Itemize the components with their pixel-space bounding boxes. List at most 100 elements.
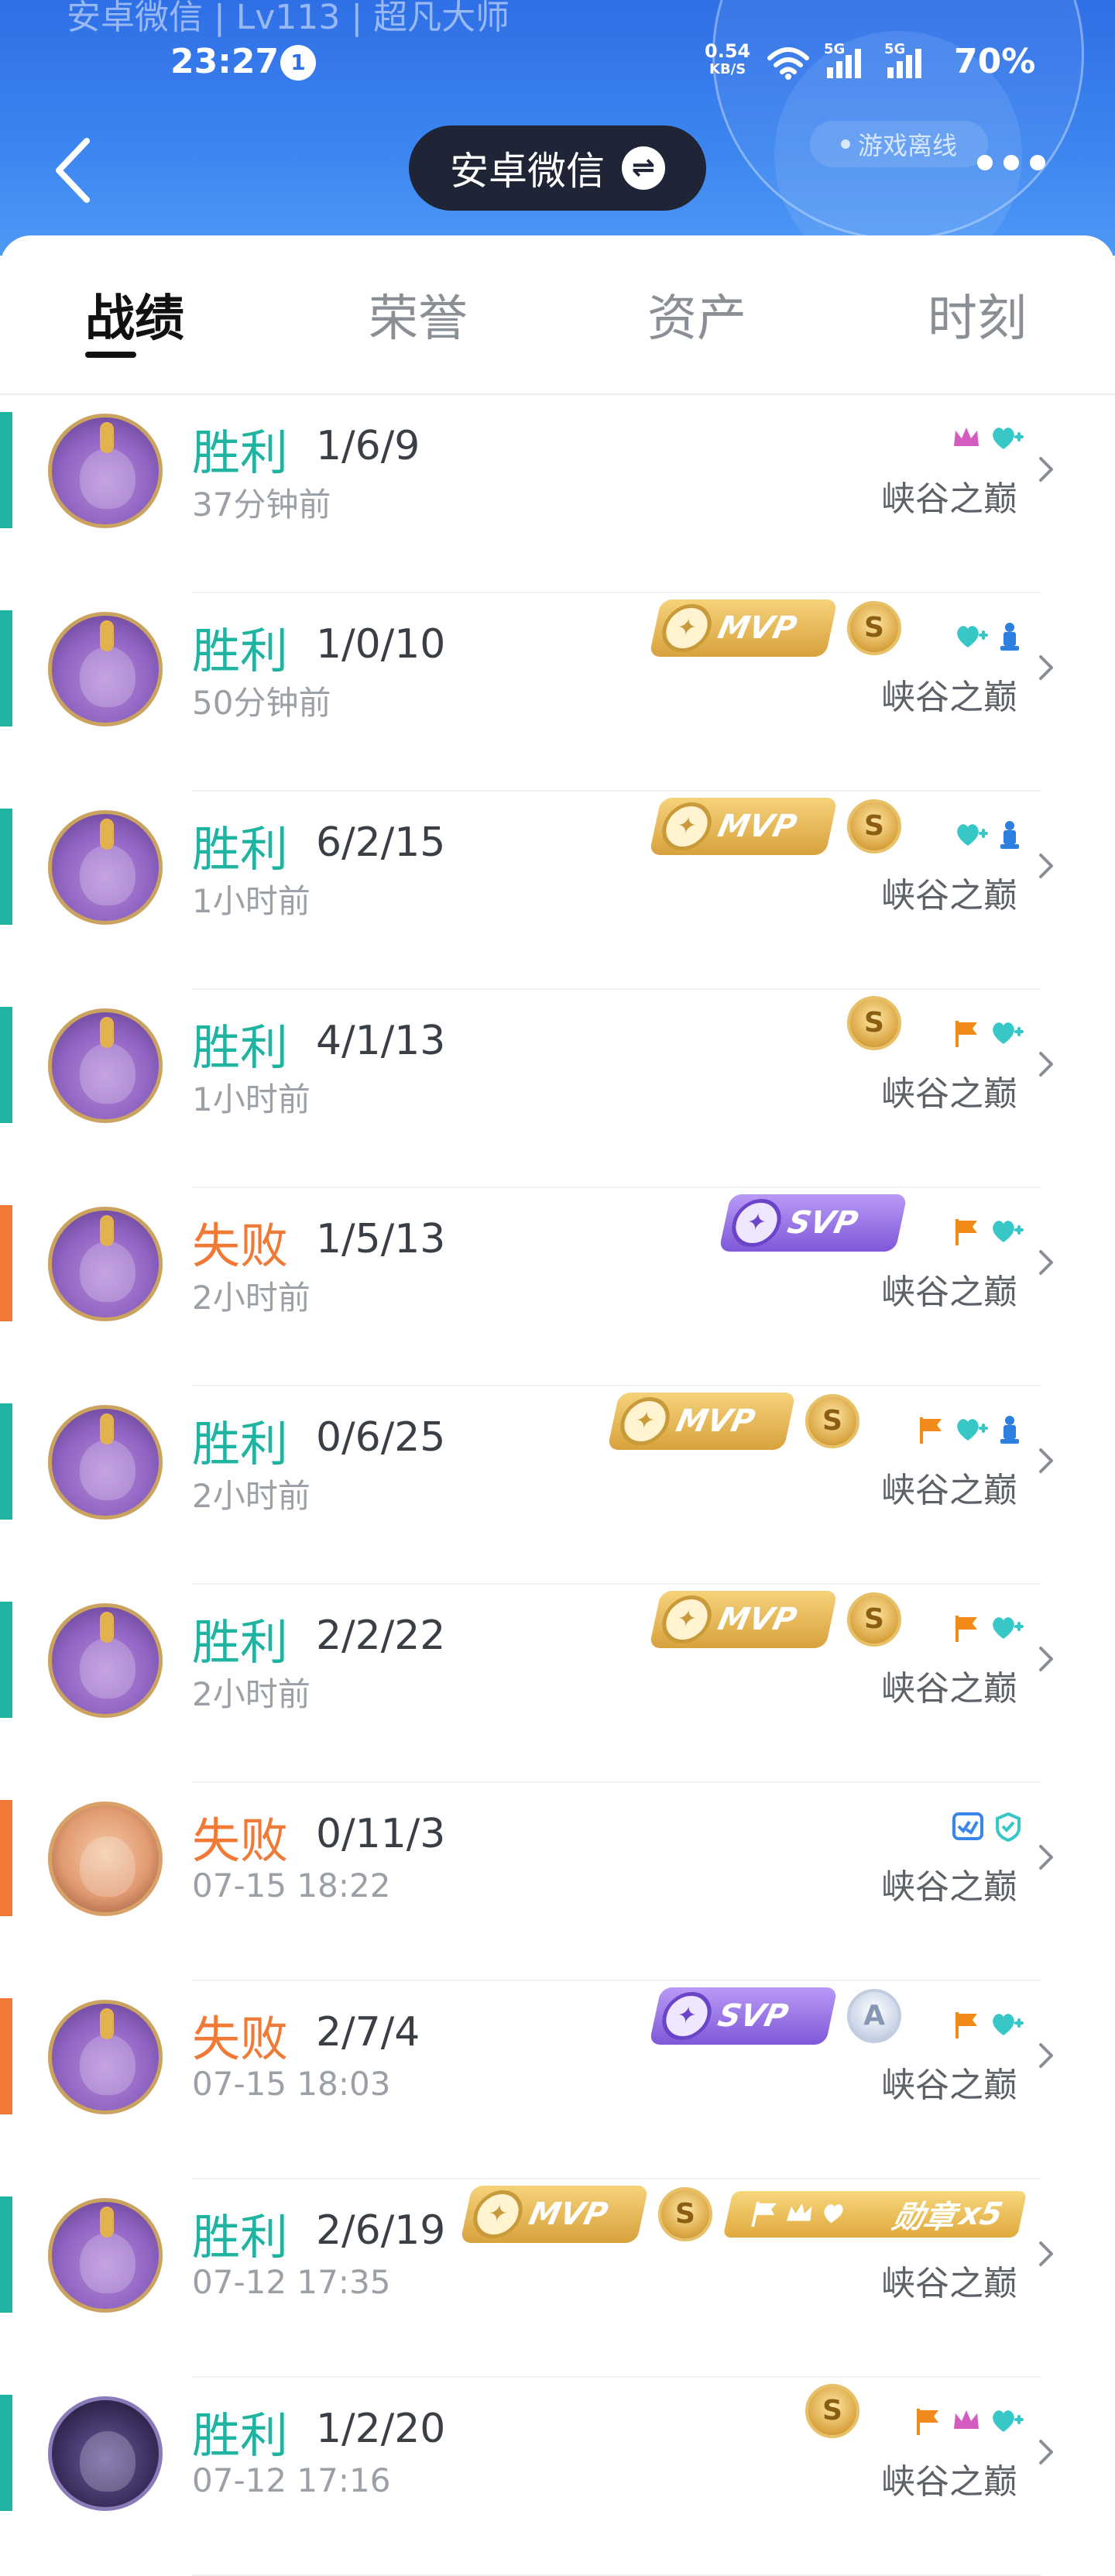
- battle-record-row[interactable]: 胜利 6/2/15 1小时前 峡谷之巅 ✦ MVP S: [0, 792, 1115, 990]
- match-time: 1小时前: [192, 1080, 310, 1118]
- hero-avatar: [48, 2396, 163, 2511]
- status-dot-icon: [840, 139, 850, 149]
- battle-record-row[interactable]: 胜利 1/2/20 07-12 17:16 峡谷之巅 S: [0, 2378, 1115, 2576]
- tab-assets[interactable]: 资产: [647, 279, 746, 350]
- hero-face: [80, 2233, 136, 2293]
- kda-score: 4/1/13: [316, 1018, 446, 1064]
- battle-record-row[interactable]: 胜利 2/6/19 07-12 17:35 峡谷之巅 ✦ MVP S 勋章 x5: [0, 2179, 1115, 2378]
- tab-bar: 战绩 荣誉 资产 时刻: [0, 235, 1115, 395]
- match-result: 失败: [192, 2011, 289, 2067]
- hero-horn: [100, 2207, 114, 2238]
- chevron-right-icon[interactable]: [1034, 454, 1058, 485]
- hero-avatar: [48, 1603, 163, 1718]
- result-indicator-bar: [0, 412, 12, 528]
- cellular-signal-2: 5G: [884, 41, 931, 80]
- match-tag-icons: [915, 1414, 1024, 1445]
- chevron-right-icon[interactable]: [1034, 1445, 1058, 1476]
- battle-record-row[interactable]: 胜利 0/6/25 2小时前 峡谷之巅 ✦ MVP S: [0, 1386, 1115, 1585]
- mvp-label: MVP: [715, 809, 800, 844]
- tab-moments[interactable]: 时刻: [928, 279, 1027, 350]
- star-icon: ✦: [616, 1397, 674, 1445]
- star-icon: ✦: [657, 1992, 716, 2040]
- performance-badges: S: [805, 2384, 859, 2438]
- hero-face: [80, 1836, 136, 1897]
- faded-profile-title: 安卓微信 | Lv113 | 超凡大师: [67, 0, 510, 37]
- match-tag-icons: [951, 1018, 1024, 1049]
- kda-score: 2/6/19: [316, 2207, 446, 2254]
- battle-record-row[interactable]: 失败 1/5/13 2小时前 峡谷之巅 ✦ SVP: [0, 1188, 1115, 1386]
- hero-horn: [100, 1413, 114, 1444]
- game-mode: 峡谷之巅: [881, 2462, 1017, 2502]
- chevron-right-icon[interactable]: [1034, 2238, 1058, 2269]
- match-result: 胜利: [192, 424, 289, 481]
- heart-plus-icon: [954, 819, 988, 850]
- chevron-right-icon[interactable]: [1034, 1049, 1058, 1080]
- network-speed-unit: KB/S: [709, 61, 746, 77]
- performance-badges: S: [847, 996, 901, 1050]
- match-time: 07-12 17:16: [192, 2461, 391, 2499]
- match-time: 50分钟前: [192, 684, 331, 722]
- tab-honors[interactable]: 荣誉: [369, 279, 468, 350]
- performance-badges: ✦ MVP S 勋章 x5: [460, 2186, 1028, 2243]
- battle-record-row[interactable]: 胜利 2/2/22 2小时前 峡谷之巅 ✦ MVP S: [0, 1585, 1115, 1783]
- battle-record-row[interactable]: 胜利 4/1/13 1小时前 峡谷之巅 S: [0, 990, 1115, 1188]
- flag-icon: [746, 2199, 782, 2228]
- mvp-badge: ✦ MVP: [460, 2186, 649, 2243]
- chess-icon: [996, 1414, 1024, 1445]
- chevron-right-icon[interactable]: [1034, 652, 1058, 683]
- back-button[interactable]: [46, 132, 101, 209]
- flag-icon: [951, 1018, 982, 1049]
- mvp-label: MVP: [673, 1403, 758, 1439]
- account-switch-button[interactable]: 安卓微信 ⇌: [409, 125, 706, 211]
- performance-badges: ✦ MVP S: [607, 1393, 859, 1450]
- match-time: 07-15 18:22: [192, 1867, 391, 1905]
- chevron-right-icon[interactable]: [1034, 1643, 1058, 1674]
- chevron-right-icon[interactable]: [1034, 1247, 1058, 1278]
- header: 安卓微信 | Lv113 | 超凡大师 23:27 1 0.54 KB/S 5G: [0, 0, 1115, 256]
- heart-plus-icon: [990, 1613, 1024, 1643]
- match-result: 胜利: [192, 1019, 289, 1076]
- heart-plus-icon: [954, 1414, 988, 1445]
- game-mode: 峡谷之巅: [881, 1669, 1017, 1709]
- battle-record-row[interactable]: 失败 2/7/4 07-15 18:03 峡谷之巅 ✦ SVP A: [0, 1981, 1115, 2179]
- mvp-badge: ✦ MVP: [649, 798, 838, 855]
- chevron-right-icon[interactable]: [1034, 850, 1058, 881]
- result-indicator-bar: [0, 2196, 12, 2313]
- grade-coin: A: [847, 1989, 901, 2043]
- result-indicator-bar: [0, 1205, 12, 1321]
- hero-avatar: [48, 1405, 163, 1520]
- game-status-text: 游戏离线: [857, 131, 957, 160]
- hero-avatar: [48, 1008, 163, 1123]
- grade-coin: S: [805, 1394, 859, 1448]
- chevron-right-icon[interactable]: [1034, 2437, 1058, 2468]
- heart-plus-icon: [818, 2199, 853, 2228]
- dot-icon: [977, 155, 993, 170]
- swap-icon: ⇌: [622, 146, 665, 190]
- chevron-right-icon[interactable]: [1034, 1842, 1058, 1873]
- wifi-icon: [767, 47, 809, 80]
- kda-score: 1/2/20: [316, 2406, 446, 2452]
- svp-badge: ✦ SVP: [719, 1194, 907, 1252]
- result-indicator-bar: [0, 610, 12, 726]
- flag-icon: [951, 1613, 982, 1643]
- grade-coin: S: [847, 996, 901, 1050]
- notification-count-badge: 1: [280, 45, 316, 81]
- battle-record-row[interactable]: 胜利 1/0/10 50分钟前 峡谷之巅 ✦ MVP S: [0, 593, 1115, 792]
- chevron-right-icon[interactable]: [1034, 2040, 1058, 2071]
- match-tag-icons: [951, 1613, 1024, 1643]
- mvp-label: SVP: [715, 1998, 791, 2034]
- crown-icon: [951, 2406, 982, 2437]
- match-time: 1小时前: [192, 882, 310, 920]
- result-indicator-bar: [0, 809, 12, 925]
- battle-record-row[interactable]: 失败 0/11/3 07-15 18:22 峡谷之巅: [0, 1783, 1115, 1981]
- status-icons: 5G 5G: [767, 41, 931, 82]
- signal-1-label: 5G: [824, 41, 846, 57]
- result-indicator-bar: [0, 1800, 12, 1916]
- more-options-button[interactable]: [977, 155, 1045, 170]
- game-mode: 峡谷之巅: [881, 1867, 1017, 1907]
- kda-score: 0/6/25: [316, 1414, 446, 1461]
- kda-score: 2/2/22: [316, 1613, 446, 1659]
- battle-record-row[interactable]: 胜利 1/6/9 37分钟前 峡谷之巅: [0, 395, 1115, 593]
- grade-coin: S: [847, 601, 901, 655]
- tab-battle-record[interactable]: 战绩: [85, 279, 184, 350]
